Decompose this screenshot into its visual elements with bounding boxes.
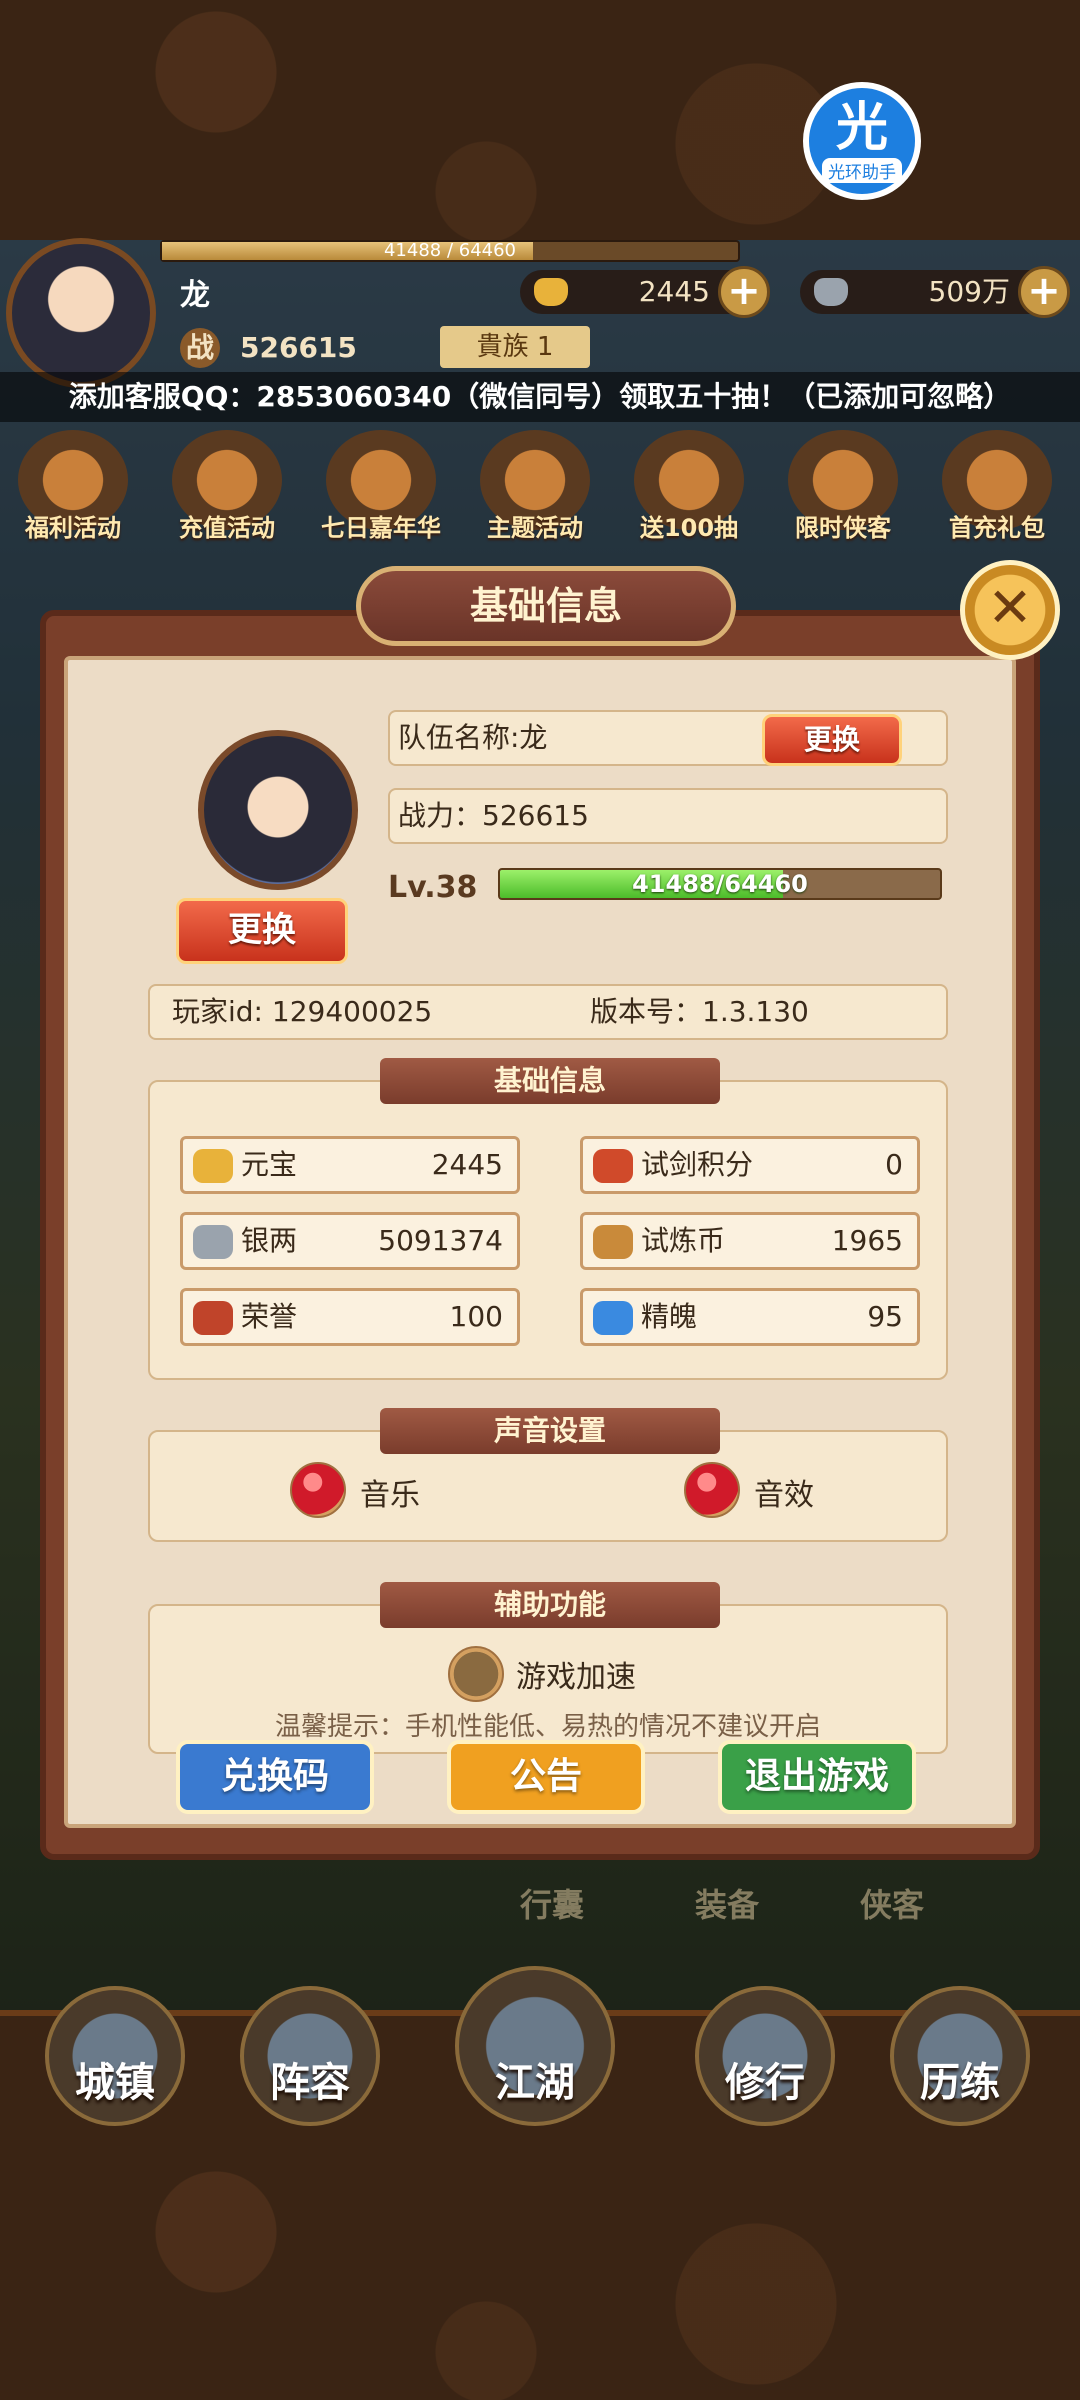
nav-training[interactable]: 修行 [695, 1986, 835, 2126]
gold-counter: 2445 + [520, 266, 770, 318]
assist-section: 辅助功能 游戏加速 温馨提示：手机性能低、易热的情况不建议开启 [148, 1582, 948, 1754]
top-letterbox [0, 0, 1080, 240]
status-bar: 41488 / 64460 龙 2445 + 509万 + 战 526615 貴族… [0, 238, 1080, 388]
power-row: 战 526615 [180, 328, 357, 368]
resource-trial-coin: 试炼币 1965 [580, 1212, 920, 1270]
silver-counter: 509万 + [800, 266, 1070, 318]
helper-label: 光环助手 [822, 157, 902, 183]
version-number: 版本号：1.3.130 [590, 995, 809, 1028]
activity-seven-day[interactable]: 七日嘉年华 [316, 430, 446, 543]
resource-silver: 银两 5091374 [180, 1212, 520, 1270]
notice-banner: 添加客服QQ：2853060340（微信同号）领取五十抽！（已添加可忽略） [0, 372, 1080, 422]
close-modal-button[interactable]: ✕ [960, 560, 1060, 660]
soul-flame-icon [593, 1301, 633, 1335]
tab-equipment[interactable]: 装备 [695, 1880, 759, 1926]
top-exp-text: 41488 / 64460 [383, 240, 517, 261]
gold-ingot-icon [193, 1149, 233, 1183]
power-icon: 战 [180, 328, 220, 368]
team-name-text: 队伍名称:龙 [398, 721, 548, 754]
player-name: 龙 [180, 278, 210, 313]
resource-sword-points: 试剑积分 0 [580, 1136, 920, 1194]
music-toggle-knob [290, 1462, 346, 1518]
nav-lineup[interactable]: 阵容 [240, 1986, 380, 2126]
player-id: 玩家id: 129400025 [172, 995, 433, 1028]
bottom-letterbox [0, 2160, 1080, 2400]
redeem-code-button[interactable]: 兑换码 [176, 1740, 374, 1814]
add-gold-button[interactable]: + [718, 266, 770, 318]
activity-100-draws[interactable]: 送100抽 [624, 430, 754, 543]
announcement-button[interactable]: 公告 [447, 1740, 645, 1814]
power-field: 战力：526615 [388, 788, 948, 844]
resource-honor: 荣誉 100 [180, 1288, 520, 1346]
resource-soul: 精魄 95 [580, 1288, 920, 1346]
level-exp-bar: 41488/64460 [498, 868, 942, 900]
bottom-nav: 城镇 阵容 江湖 修行 历练 [0, 1966, 1080, 2160]
gold-value: 2445 [638, 275, 710, 308]
sfx-label: 音效 [754, 1478, 814, 1513]
power-text: 战力：526615 [398, 799, 589, 832]
basic-info-modal: 基础信息 更换 队伍名称:龙 更换 战力：526615 Lv.38 41488/… [40, 566, 1040, 1860]
helper-icon: 光 [835, 97, 888, 158]
profile-avatar [198, 730, 358, 890]
activity-welfare[interactable]: 福利活动 [8, 430, 138, 543]
assist-heading: 辅助功能 [380, 1582, 720, 1628]
power-value: 526615 [240, 331, 357, 364]
exit-game-button[interactable]: 退出游戏 [718, 1740, 916, 1814]
resource-yuanbao: 元宝 2445 [180, 1136, 520, 1194]
id-version-field: 玩家id: 129400025 版本号：1.3.130 [148, 984, 948, 1040]
level-label: Lv.38 [388, 870, 478, 905]
silver-ingot-icon [193, 1225, 233, 1259]
noble-rank-tag[interactable]: 貴族 1 [440, 326, 590, 368]
mid-tabs: 行囊 装备 侠客 [520, 1880, 980, 1924]
sound-settings-section: 声音设置 音乐 音效 [148, 1408, 948, 1542]
sword-token-icon [593, 1149, 633, 1183]
speed-toggle[interactable] [448, 1646, 504, 1702]
speed-label: 游戏加速 [516, 1660, 636, 1695]
modal-title: 基础信息 [356, 566, 736, 646]
nav-town[interactable]: 城镇 [45, 1986, 185, 2126]
tab-heroes[interactable]: 侠客 [860, 1880, 924, 1926]
activity-first-recharge[interactable]: 首充礼包 [932, 430, 1062, 543]
tab-bag[interactable]: 行囊 [520, 1880, 584, 1926]
silver-value: 509万 [928, 275, 1010, 308]
level-exp-text: 41488/64460 [632, 870, 808, 898]
basic-info-heading: 基础信息 [380, 1058, 720, 1104]
top-exp-bar: 41488 / 64460 [160, 240, 740, 262]
speed-tip: 温馨提示：手机性能低、易热的情况不建议开启 [274, 1712, 821, 1742]
sfx-toggle-knob [684, 1462, 740, 1518]
player-avatar[interactable] [6, 238, 156, 388]
trial-coin-icon [593, 1225, 633, 1259]
basic-info-section: 基础信息 元宝 2445 试剑积分 0 银两 5091374 试炼币 1965 [148, 1058, 948, 1380]
nav-jianghu[interactable]: 江湖 [455, 1966, 615, 2126]
close-icon: ✕ [987, 576, 1033, 639]
activity-row: 福利活动 充值活动 七日嘉年华 主题活动 送100抽 限时侠客 首充礼包 [0, 430, 1080, 560]
helper-app-badge[interactable]: 光 光环助手 [803, 82, 921, 200]
music-label: 音乐 [360, 1478, 420, 1513]
activity-theme[interactable]: 主题活动 [470, 430, 600, 543]
nav-trial[interactable]: 历练 [890, 1986, 1030, 2126]
change-avatar-button[interactable]: 更换 [176, 898, 348, 964]
add-silver-button[interactable]: + [1018, 266, 1070, 318]
silver-ingot-icon [814, 278, 848, 306]
activity-limited-hero[interactable]: 限时侠客 [778, 430, 908, 543]
modal-panel: 更换 队伍名称:龙 更换 战力：526615 Lv.38 41488/64460… [64, 656, 1016, 1828]
honor-scroll-icon [193, 1301, 233, 1335]
gold-ingot-icon [534, 278, 568, 306]
sound-settings-heading: 声音设置 [380, 1408, 720, 1454]
change-team-name-button[interactable]: 更换 [762, 714, 902, 766]
activity-recharge[interactable]: 充值活动 [162, 430, 292, 543]
